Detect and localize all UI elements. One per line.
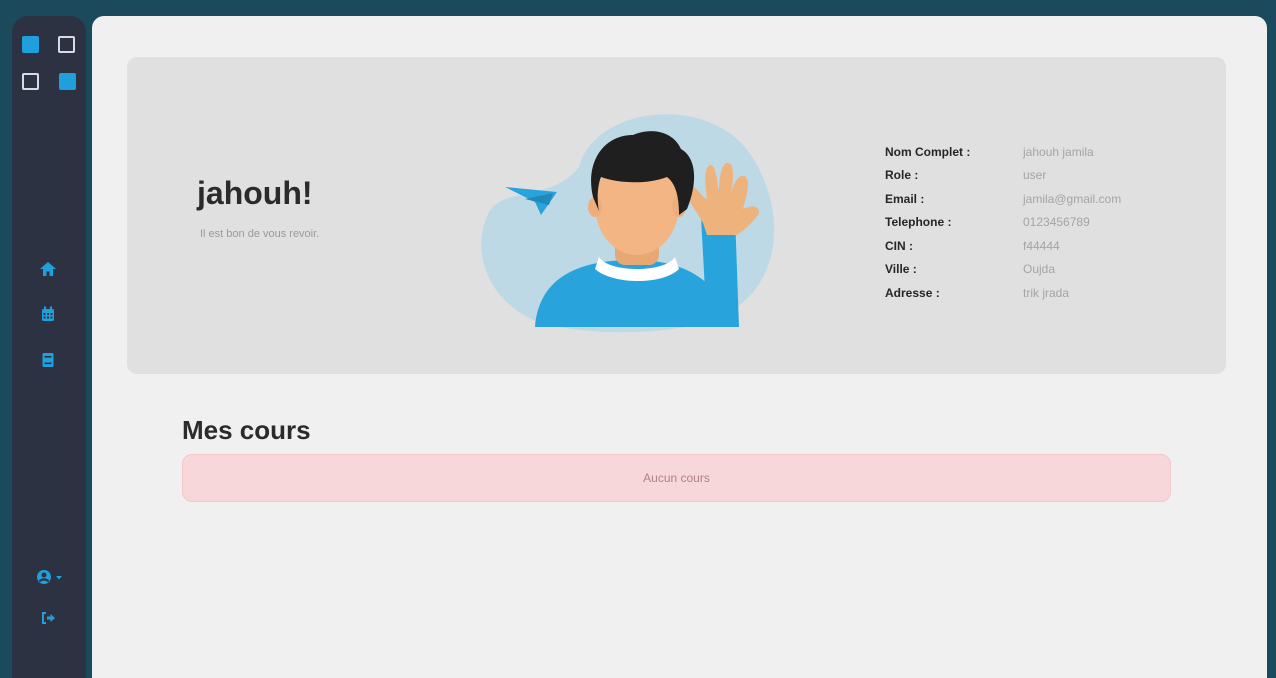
courses-section-title: Mes cours: [182, 415, 311, 445]
profile-value: user: [1023, 168, 1047, 183]
profile-row-telephone: Telephone : 0123456789: [885, 211, 1121, 235]
empty-courses-alert: Aucun cours: [182, 454, 1171, 502]
book-icon[interactable]: [38, 350, 58, 370]
profile-row-cin: CIN : f44444: [885, 234, 1121, 258]
profile-row-role: Role : user: [885, 164, 1121, 188]
profile-value: jamila@gmail.com: [1023, 191, 1122, 206]
user-menu[interactable]: [34, 567, 68, 587]
profile-value: jahouh jamila: [1023, 144, 1094, 159]
sign-out-icon[interactable]: [38, 608, 58, 628]
greeting-subtitle: Il est bon de vous revoir.: [200, 228, 320, 240]
profile-value: 0123456789: [1023, 215, 1090, 230]
main-content: jahouh! Il est bon de vous revoir. Nom C…: [92, 16, 1267, 678]
profile-label: Adresse :: [885, 285, 940, 300]
profile-row-email: Email : jamila@gmail.com: [885, 187, 1121, 211]
profile-label: Role :: [885, 168, 919, 183]
user-circle-icon: [37, 570, 51, 584]
profile-label: CIN :: [885, 238, 913, 253]
profile-label: Telephone :: [885, 215, 952, 230]
calendar-icon[interactable]: [38, 304, 58, 324]
profile-info-list: Nom Complet : jahouh jamila Role : user …: [885, 140, 1121, 305]
profile-row-ville: Ville : Oujda: [885, 258, 1121, 282]
welcome-banner: jahouh! Il est bon de vous revoir. Nom C…: [127, 57, 1226, 374]
profile-row-adresse: Adresse : trik jrada: [885, 281, 1121, 305]
profile-value: trik jrada: [1023, 285, 1070, 300]
profile-value: Oujda: [1023, 262, 1056, 277]
profile-value: f44444: [1023, 238, 1060, 253]
profile-row-nom: Nom Complet : jahouh jamila: [885, 140, 1121, 164]
profile-label: Ville :: [885, 262, 917, 277]
home-icon[interactable]: [38, 259, 58, 279]
sidebar: [12, 16, 86, 678]
caret-down-icon: [56, 576, 62, 580]
greeting-title: jahouh!: [197, 175, 313, 211]
profile-label: Nom Complet :: [885, 144, 971, 159]
app-logo[interactable]: [22, 36, 78, 92]
waving-person-illustration: [481, 114, 775, 333]
profile-label: Email :: [885, 191, 925, 206]
